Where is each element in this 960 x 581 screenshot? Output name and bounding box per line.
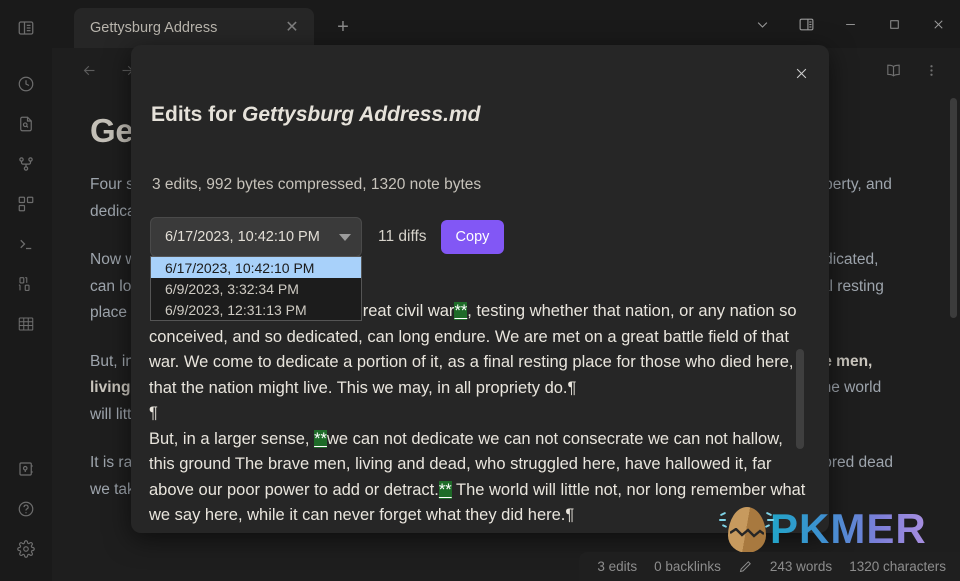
maximize-icon[interactable]: [872, 4, 916, 44]
diff-mark-open-2: **: [314, 429, 327, 448]
modal-title: Edits for Gettysburg Address.md: [151, 103, 480, 127]
edits-modal: Edits for Gettysburg Address.md 3 edits,…: [131, 45, 829, 533]
clock-history-icon[interactable]: [0, 64, 52, 104]
vertical-dots-icon[interactable]: [912, 51, 950, 89]
pilcrow-icon: ¶: [567, 378, 577, 397]
diff-p1-mid: great civil war: [353, 302, 455, 320]
diff-mark-close-2: **: [438, 480, 452, 499]
book-icon[interactable]: [874, 51, 912, 89]
modal-title-prefix: Edits for: [151, 103, 243, 126]
right-sidebar-toggle-icon[interactable]: [784, 4, 828, 44]
pencil-icon[interactable]: [738, 559, 753, 574]
tab-gettysburg-address[interactable]: Gettysburg Address ✕: [74, 8, 314, 48]
binary-icon[interactable]: [0, 264, 52, 304]
diff-content: Now we are engaged in a **great civil wa…: [149, 299, 811, 533]
left-ribbon: [0, 0, 52, 581]
terminal-icon[interactable]: [0, 224, 52, 264]
back-arrow-icon[interactable]: [70, 51, 108, 89]
diff-mark-close: **: [454, 302, 468, 320]
new-tab-button[interactable]: +: [330, 14, 356, 40]
table-icon[interactable]: [0, 304, 52, 344]
vault-icon[interactable]: [0, 449, 52, 489]
tab-close-icon[interactable]: ✕: [280, 16, 304, 40]
settings-gear-icon[interactable]: [0, 529, 52, 569]
version-select[interactable]: 6/17/2023, 10:42:10 PM: [150, 217, 362, 257]
version-option-2[interactable]: 6/9/2023, 12:31:13 PM: [151, 299, 361, 320]
status-bar: 3 edits 0 backlinks 243 words 1320 chara…: [579, 552, 960, 581]
app-scrollbar[interactable]: [950, 98, 957, 318]
diff-blank-line: ¶: [149, 401, 811, 427]
diff-scrollbar[interactable]: [796, 349, 804, 449]
window-controls: [740, 4, 960, 44]
version-select-value: 6/17/2023, 10:42:10 PM: [165, 229, 320, 245]
version-dropdown-list[interactable]: 6/17/2023, 10:42:10 PM 6/9/2023, 3:32:34…: [150, 256, 362, 321]
tab-label: Gettysburg Address: [90, 20, 218, 36]
pilcrow-icon: ¶: [565, 506, 575, 524]
status-characters[interactable]: 1320 characters: [849, 559, 946, 574]
modal-stats: 3 edits, 992 bytes compressed, 1320 note…: [152, 176, 482, 193]
modal-title-filename: Gettysburg Address.md: [242, 103, 481, 126]
editor-actions: [874, 51, 950, 89]
status-words[interactable]: 243 words: [770, 559, 832, 574]
obsidian-window: Gettysburg Address ✕ + Four liberty, and…: [0, 0, 960, 581]
minimize-icon[interactable]: [828, 4, 872, 44]
diff-paragraph-2: But, in a larger sense, **we can not ded…: [149, 427, 811, 529]
help-icon[interactable]: [0, 489, 52, 529]
chevron-down-icon: [339, 233, 351, 241]
modal-controls-row: 6/17/2023, 10:42:10 PM 11 diffs Copy: [150, 217, 505, 257]
close-icon[interactable]: [916, 4, 960, 44]
sidebar-toggle-icon[interactable]: [0, 8, 52, 48]
status-edits[interactable]: 3 edits: [597, 559, 637, 574]
status-backlinks[interactable]: 0 backlinks: [654, 559, 721, 574]
diff-p2-pre: But, in a larger sense,: [149, 429, 315, 448]
file-search-icon[interactable]: [0, 104, 52, 144]
git-graph-icon[interactable]: [0, 144, 52, 184]
title-bar: Gettysburg Address ✕ +: [52, 0, 960, 48]
version-option-1[interactable]: 6/9/2023, 3:32:34 PM: [151, 278, 361, 299]
diff-count-label: 11 diffs: [378, 228, 427, 245]
version-option-0[interactable]: 6/17/2023, 10:42:10 PM: [151, 257, 361, 278]
chevron-down-icon[interactable]: [740, 4, 784, 44]
blocks-grid-icon[interactable]: [0, 184, 52, 224]
pilcrow-icon: ¶: [149, 404, 158, 422]
copy-button[interactable]: Copy: [440, 220, 505, 254]
modal-close-icon[interactable]: [785, 57, 817, 89]
